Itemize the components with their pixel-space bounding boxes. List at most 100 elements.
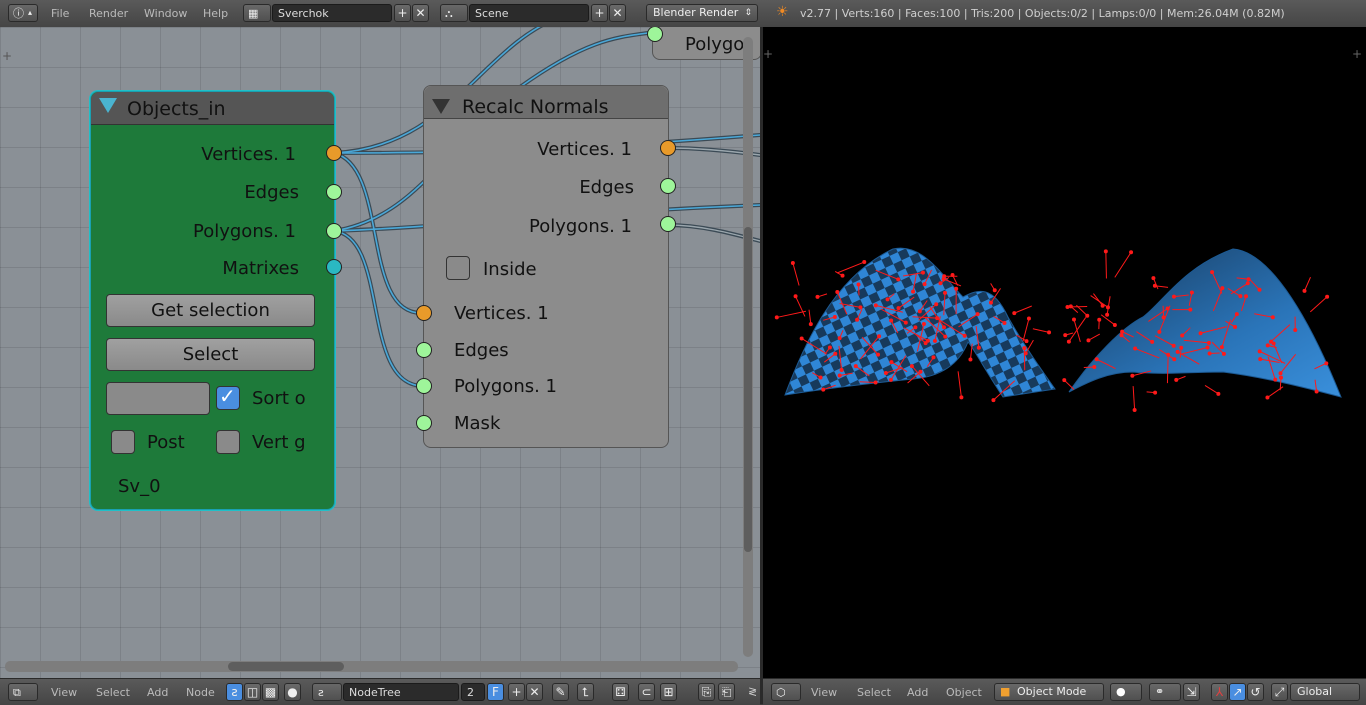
recalc-input-polygons-label: Polygons. 1	[454, 376, 557, 397]
header-overflow-icon[interactable]: ≷	[748, 685, 757, 698]
delete-screen-button[interactable]: ✕	[412, 4, 429, 22]
view3d-menu-view[interactable]: View	[811, 686, 837, 699]
copy-icon: ⎘	[702, 685, 712, 699]
node-editor-icon: ⧉	[13, 685, 21, 701]
updown-arrows-icon: ⇕	[744, 5, 752, 21]
objects-in-node-header[interactable]: Objects_in	[91, 92, 334, 125]
get-selection-button[interactable]: Get selection	[106, 294, 315, 327]
objects-in-node[interactable]: Objects_in Vertices. 1 Edges Polygons. 1…	[90, 91, 335, 510]
object-mode-dropdown[interactable]: ■ Object Mode	[994, 683, 1104, 701]
recalc-output-edges-socket[interactable]	[660, 178, 676, 194]
top-header: ⓘ ▴ File Render Window Help ▦ Sverchok +…	[0, 0, 1366, 28]
horizontal-scrollbar-thumb[interactable]	[228, 662, 344, 671]
node-menu-add[interactable]: Add	[147, 686, 168, 699]
object-name-field[interactable]	[106, 382, 210, 415]
collapse-triangle-icon[interactable]	[99, 98, 117, 113]
scale-manipulator-button[interactable]: ⤢	[1271, 683, 1288, 701]
recalc-input-edges-label: Edges	[454, 340, 509, 361]
add-screen-button[interactable]: +	[394, 4, 411, 22]
screen-layout-icon-button[interactable]: ▦	[243, 4, 271, 22]
texture-tree-type-button[interactable]: ▩	[262, 683, 279, 701]
objects-in-edges-socket[interactable]	[326, 184, 342, 200]
snap-toggle-button[interactable]: ⊂	[638, 683, 655, 701]
paste-icon: ⎗	[722, 685, 732, 699]
translate-manipulator-button[interactable]: ⅄	[1211, 683, 1228, 701]
recalc-output-vertices-socket[interactable]	[660, 140, 676, 156]
render-engine-dropdown[interactable]: Blender Render ⇕	[646, 4, 758, 22]
objects-in-polygons-socket[interactable]	[326, 223, 342, 239]
output-label-matrixes: Matrixes	[222, 258, 299, 279]
area-split-corner-icon[interactable]: +	[2, 49, 12, 63]
scene-icon-button[interactable]: ⛬	[440, 4, 468, 22]
output-label-polygons: Polygons. 1	[193, 221, 296, 242]
recalc-output-polygons-socket[interactable]	[660, 216, 676, 232]
snap-element-button[interactable]: ⊞	[660, 683, 677, 701]
delete-scene-button[interactable]: ✕	[609, 4, 626, 22]
output-label-edges: Edges	[244, 182, 299, 203]
objects-in-matrixes-socket[interactable]	[326, 259, 342, 275]
backdrop-button[interactable]: ⚃	[612, 683, 629, 701]
view3d-menu-select[interactable]: Select	[857, 686, 891, 699]
manipulator-toggle-button[interactable]: ⇲	[1183, 683, 1200, 701]
copy-nodes-button[interactable]: ⎘	[698, 683, 715, 701]
recalc-input-edges-socket[interactable]	[416, 342, 432, 358]
paste-nodes-button[interactable]: ⎗	[718, 683, 735, 701]
unlink-nodetree-button[interactable]: ✕	[526, 683, 543, 701]
nodetree-name-field[interactable]: NodeTree	[343, 683, 459, 701]
collapse-triangle-icon[interactable]	[432, 99, 450, 114]
3d-viewport[interactable]: + +	[763, 27, 1366, 678]
screen-layout-field[interactable]: Sverchok	[272, 4, 392, 22]
sverchok-tree-type-button[interactable]: ƨ	[226, 683, 243, 701]
rotate-manipulator-button[interactable]: ↺	[1247, 683, 1264, 701]
pivot-point-dropdown[interactable]: ⚭	[1149, 683, 1181, 701]
fake-user-button[interactable]: F	[487, 683, 504, 701]
menu-render[interactable]: Render	[89, 7, 128, 20]
viewport-shading-dropdown[interactable]: ●	[1110, 683, 1142, 701]
post-checkbox[interactable]	[111, 430, 135, 454]
compositor-tree-type-button[interactable]: ●	[284, 683, 301, 701]
shader-tree-type-button[interactable]: ◫	[244, 683, 261, 701]
horizontal-scrollbar-track[interactable]	[5, 661, 738, 672]
objects-in-vertices-socket[interactable]	[326, 145, 342, 161]
recalc-normals-node[interactable]: Recalc Normals Vertices. 1 Edges Polygon…	[423, 85, 669, 448]
editor-type-node-dropdown[interactable]: ⧉	[8, 683, 38, 701]
inside-checkbox[interactable]	[446, 256, 470, 280]
menu-help[interactable]: Help	[203, 7, 228, 20]
layout-grid-icon: ▦	[248, 6, 258, 22]
new-nodetree-button[interactable]: +	[508, 683, 525, 701]
node-editor[interactable]: Polygo Objects_in Vertices. 1 Edges Poly…	[0, 27, 760, 678]
editor-type-3d-dropdown[interactable]: ⬡	[771, 683, 801, 701]
recalc-input-polygons-socket[interactable]	[416, 378, 432, 394]
orientation-label: Global	[1297, 685, 1332, 698]
node-menu-select[interactable]: Select	[96, 686, 130, 699]
sort-checkbox[interactable]: ✓	[216, 386, 240, 410]
node-menu-node[interactable]: Node	[186, 686, 215, 699]
recalc-normals-header[interactable]: Recalc Normals	[424, 86, 668, 119]
menu-window[interactable]: Window	[144, 7, 187, 20]
go-parent-button[interactable]: ⮤	[577, 683, 594, 701]
vertical-scrollbar-thumb[interactable]	[744, 227, 752, 552]
view3d-menu-object[interactable]: Object	[946, 686, 982, 699]
select-button[interactable]: Select	[106, 338, 315, 371]
right-mesh-surface	[1069, 249, 1341, 397]
recalc-input-mask-socket[interactable]	[416, 415, 432, 431]
move-manipulator-button[interactable]: ↗	[1229, 683, 1246, 701]
menu-file[interactable]: File	[51, 7, 69, 20]
info-icon: ⓘ	[13, 6, 24, 22]
snap-grid-icon: ⊞	[663, 685, 673, 699]
recalc-input-vertices-socket[interactable]	[416, 305, 432, 321]
nodetree-browse-button[interactable]: ƨ	[312, 683, 342, 701]
recalc-output-polygons-label: Polygons. 1	[529, 216, 632, 237]
transform-orientation-dropdown[interactable]: Global	[1290, 683, 1360, 701]
scene-field[interactable]: Scene	[469, 4, 589, 22]
node-menu-view[interactable]: View	[51, 686, 77, 699]
vert-group-checkbox[interactable]	[216, 430, 240, 454]
view3d-menu-add[interactable]: Add	[907, 686, 928, 699]
pin-button[interactable]: ✎	[552, 683, 569, 701]
nodetree-users-count[interactable]: 2	[461, 683, 485, 701]
sort-label: Sort o	[252, 388, 306, 409]
axis-icon: ⅄	[1216, 685, 1223, 699]
add-scene-button[interactable]: +	[591, 4, 608, 22]
object-mode-label: Object Mode	[1017, 685, 1086, 698]
editor-type-info-dropdown[interactable]: ⓘ ▴	[8, 4, 38, 22]
